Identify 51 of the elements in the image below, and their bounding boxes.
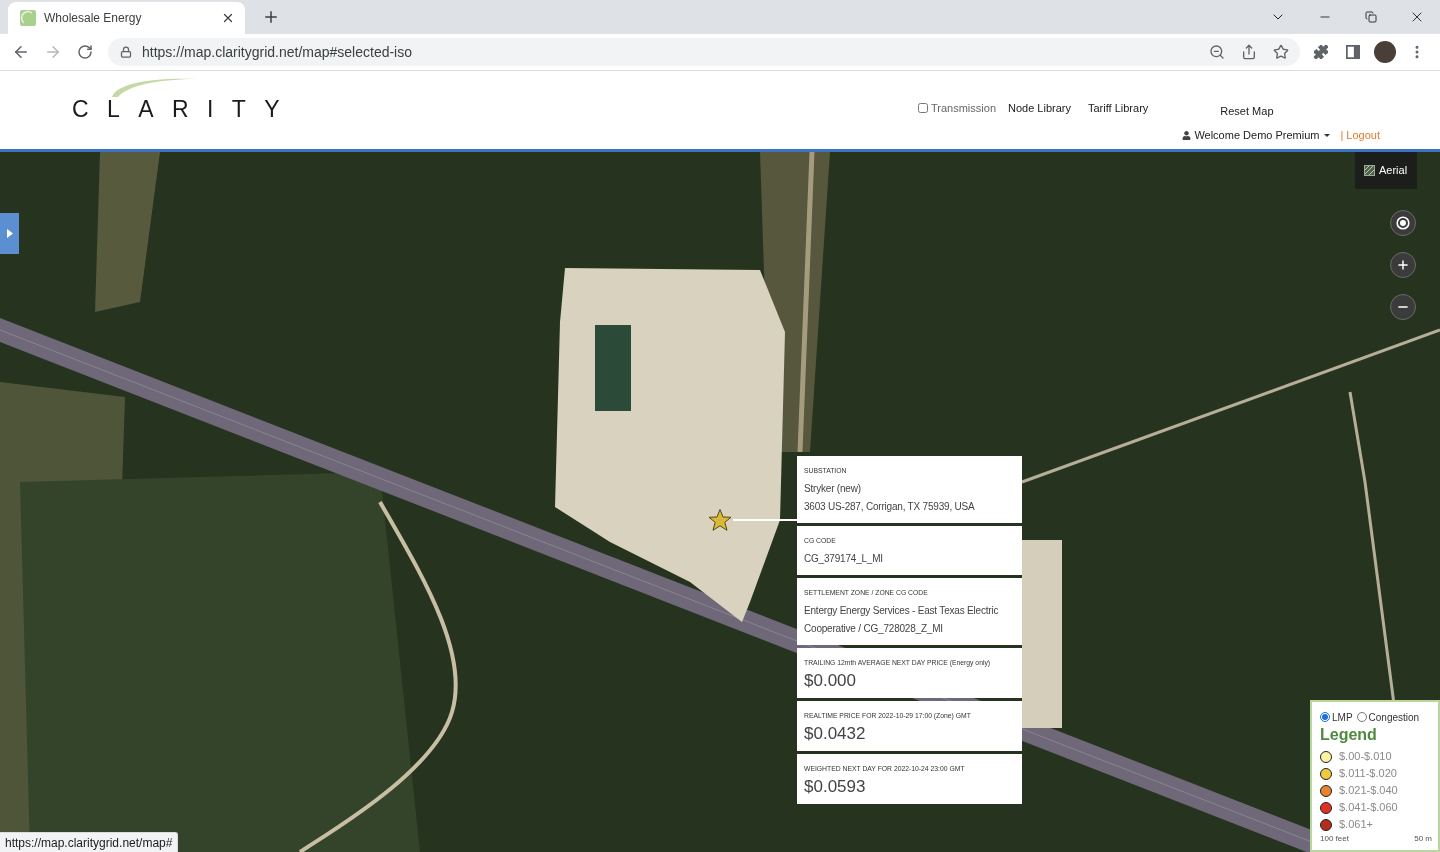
separator-text: |	[1340, 127, 1344, 143]
share-icon[interactable]	[1241, 44, 1257, 60]
radio-button[interactable]	[1356, 712, 1367, 722]
plus-icon	[1396, 258, 1410, 272]
legend-range: $.061+	[1339, 817, 1373, 833]
caret-icon	[1324, 133, 1331, 137]
lock-icon	[120, 46, 132, 58]
new-tab-icon[interactable]	[262, 8, 280, 26]
radio-label[interactable]: LMP	[1332, 709, 1353, 725]
legend-range: $.00-$.010	[1339, 749, 1392, 765]
close-icon[interactable]	[221, 11, 235, 25]
bookmark-star-icon[interactable]	[1273, 44, 1289, 60]
section-value: Entergy Energy Services - East Texas Electric Cooperative / CG_728028_Z_MI	[804, 604, 1000, 636]
star-marker-icon[interactable]	[708, 508, 732, 532]
legend-range: $.011-$.020	[1339, 766, 1397, 782]
legend-title: Legend	[1320, 726, 1378, 744]
price-value: $0.0432	[804, 724, 867, 744]
browser-tab[interactable]: Wholesale Energy	[8, 2, 245, 34]
puzzle-icon[interactable]	[1313, 44, 1329, 60]
status-bar: https://map.claritygrid.net/map#	[0, 832, 179, 852]
user-icon	[1182, 130, 1192, 140]
section-value: 3603 US-287, Corrigan, TX 75939, USA	[804, 500, 976, 514]
avatar-icon[interactable]	[1374, 41, 1396, 63]
zoom-out-icon[interactable]	[1209, 44, 1225, 60]
restore-icon[interactable]	[1365, 11, 1377, 23]
triangle-icon	[6, 229, 13, 238]
radio-label[interactable]: Congestion	[1368, 709, 1420, 725]
user-menu[interactable]: Welcome Demo Premium	[1182, 126, 1331, 144]
layer-icon	[1364, 165, 1375, 176]
favicon-icon	[20, 10, 36, 26]
side-panel-icon[interactable]	[1346, 45, 1360, 59]
target-icon	[1396, 216, 1410, 230]
nav-link[interactable]: Node Library	[1008, 99, 1071, 117]
section-value: Stryker (new)	[804, 482, 862, 496]
legend-range: $.021-$.040	[1339, 783, 1398, 799]
nav-link[interactable]: Tariff Library	[1088, 99, 1149, 117]
legend-range: $.041-$.060	[1339, 800, 1398, 816]
price-value: $0.000	[804, 671, 857, 691]
logo-text: CLARITY	[72, 98, 298, 120]
address-bar[interactable]: https://map.claritygrid.net/map#selected-iso	[108, 38, 1300, 66]
sidebar-toggle-button[interactable]	[0, 213, 19, 254]
reset-map-link[interactable]: Reset Map	[1220, 102, 1274, 120]
transmission-label[interactable]: Transmission	[931, 99, 996, 117]
scale-label: 50 m	[1414, 834, 1432, 843]
reload-icon[interactable]	[77, 44, 93, 60]
section-value: CG_379174_L_MI	[804, 552, 884, 566]
aerial-layer-button[interactable]: Aerial	[1355, 152, 1417, 189]
transmission-checkbox[interactable]	[918, 103, 928, 113]
radio-button[interactable]	[1320, 712, 1330, 722]
price-value: $0.0593	[804, 777, 867, 797]
scale-label: 100 feet	[1320, 834, 1349, 843]
